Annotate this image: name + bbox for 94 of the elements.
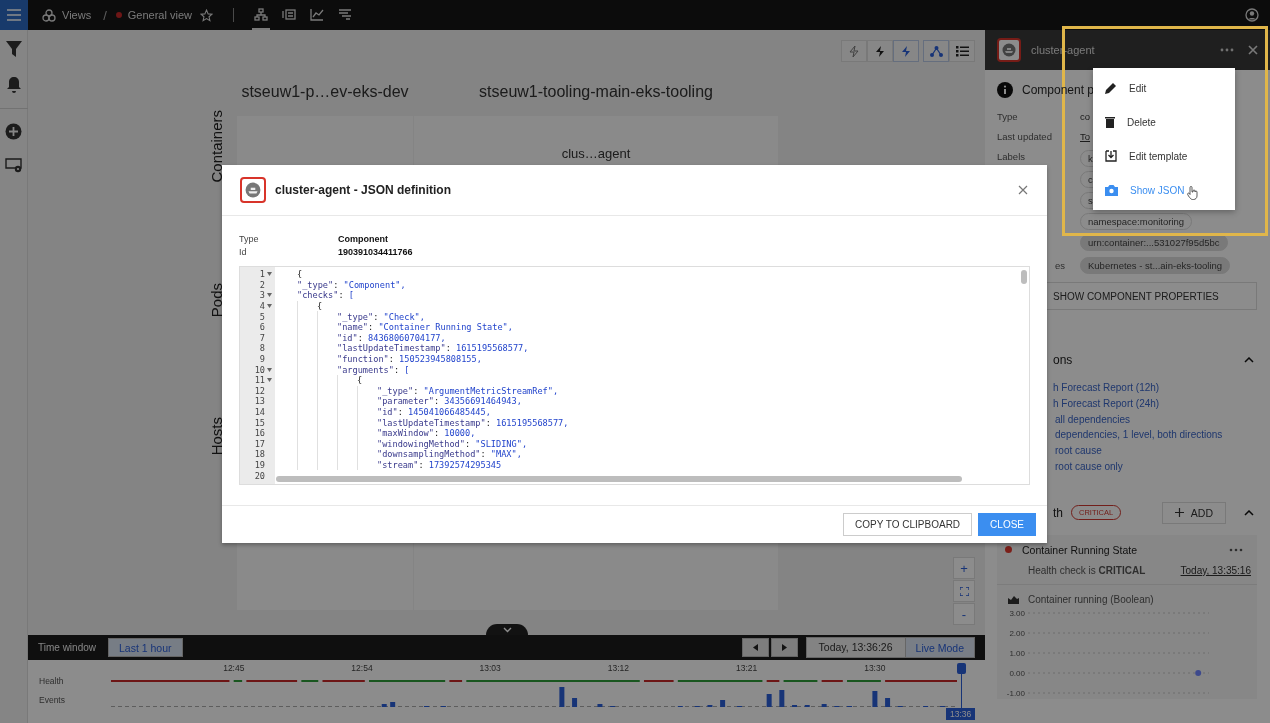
line-number: 9 [259, 354, 265, 365]
code-line: "maxWindow": 10000, [377, 428, 476, 439]
code-line: "function": 150523945808155, [337, 354, 482, 365]
line-number: 7 [259, 332, 265, 343]
code-line: "id": 84368060704177, [337, 332, 446, 343]
code-line: { [317, 301, 323, 312]
line-number: 17 [254, 438, 265, 449]
line-number: 14 [254, 407, 265, 417]
time-tick: 13:03 [479, 663, 501, 673]
layer-label: Pods [208, 282, 225, 317]
property-label: es [1054, 258, 1067, 273]
code-line: "name": "Container Running State", [337, 322, 513, 333]
line-number: 15 [254, 417, 265, 428]
code-line: "_type": "Component", [297, 279, 406, 290]
menu-item[interactable]: Edit [1093, 71, 1235, 105]
code-line: "id": 145041066485445, [377, 407, 491, 417]
live-mode-button[interactable]: Live Mode [904, 638, 974, 657]
section-title: th [1052, 505, 1063, 520]
menu-item[interactable]: Delete [1093, 105, 1235, 139]
section-title: ons [1052, 353, 1073, 367]
menu-item[interactable]: Show JSON [1093, 173, 1235, 207]
line-number: 11 [254, 375, 265, 386]
dialog-title: cluster-agent - JSON definition [275, 183, 451, 197]
layer-label: Hosts [208, 416, 225, 456]
code-line: { [357, 375, 363, 386]
property-label: Last updated [997, 130, 1053, 144]
row-label: Health [39, 676, 65, 686]
property-value: co [1080, 110, 1091, 124]
copy-button[interactable]: COPY TO CLIPBOARD [843, 513, 973, 536]
source-chip[interactable]: Kubernetes - st...ain-eks-tooling [1080, 257, 1231, 274]
column-title: stseuw1-tooling-main-eks-tooling [478, 82, 714, 102]
code-line: "lastUpdateTimestamp": 1615195568577, [377, 417, 569, 428]
line-number: 20 [254, 470, 265, 481]
time-tick: 13:12 [607, 663, 630, 673]
views-link[interactable]: Views [42, 8, 92, 22]
code-line: { [297, 269, 303, 280]
line-number: 12 [254, 385, 265, 396]
code-line: "downsamplingMethod": "MAX", [377, 449, 522, 460]
time-window-label: Time window [38, 642, 96, 653]
field-label: Id [239, 247, 248, 257]
field-value: Component [338, 234, 389, 244]
line-number: 2 [259, 279, 265, 290]
line-number: 18 [254, 449, 265, 460]
time-tick: 13:21 [735, 663, 758, 673]
time-tick: 13:30 [864, 663, 886, 673]
metric-name: Container running (Boolean) [1028, 593, 1154, 605]
column-title: stseuw1-p…ev-eks-dev [240, 82, 410, 102]
axis-label: 2.00 [1009, 628, 1025, 638]
code-line: "parameter": 34356691464943, [377, 396, 522, 407]
line-number: 8 [259, 343, 265, 354]
code-line: "_type": "ArgumentMetricStreamRef", [377, 385, 559, 396]
cursor-time: 13:36 [946, 708, 976, 720]
property-link[interactable]: To [1080, 130, 1091, 144]
property-label: Labels [997, 150, 1026, 164]
line-number: 10 [254, 364, 265, 375]
menu-item[interactable]: Edit template [1093, 139, 1235, 173]
line-number: 1 [259, 269, 265, 280]
line-number: 3 [259, 290, 265, 301]
zoom-in-button[interactable]: + [953, 557, 975, 579]
row-label: Events [39, 695, 66, 705]
node-label: clus…agent [561, 146, 631, 161]
field-label: Type [239, 234, 260, 244]
code-line: "_type": "Check", [337, 311, 425, 322]
check-time-link[interactable]: Today, 13:35:16 [1180, 564, 1251, 576]
axis-label: 3.00 [1009, 608, 1025, 618]
code-line: "windowingMethod": "SLIDING", [377, 438, 528, 449]
line-number: 16 [254, 428, 265, 439]
code-line: "arguments": [ [337, 364, 410, 375]
axis-label: 1.00 [1009, 648, 1025, 658]
line-number: 19 [254, 460, 265, 470]
close-button[interactable]: CLOSE [978, 513, 1036, 536]
time-tick: 12:45 [223, 663, 245, 673]
check-name: Container Running State [1022, 543, 1137, 556]
code-line: "checks": [ [297, 290, 354, 301]
axis-label: -1.00 [1006, 688, 1025, 698]
range-button[interactable]: Last 1 hour [108, 638, 183, 657]
line-number: 13 [254, 396, 265, 407]
axis-label: 0.00 [1009, 668, 1025, 678]
line-number: 5 [259, 311, 265, 322]
code-line: "lastUpdateTimestamp": 1615195568577, [337, 343, 529, 354]
add-button[interactable]: ADD [1161, 501, 1226, 524]
timestamp[interactable]: Today, 13:36:26 [806, 638, 905, 657]
property-label: Type [997, 110, 1019, 124]
code-line: "stream": 17392574295345 [377, 460, 502, 470]
label-chip[interactable]: namespace:monitoring [1080, 213, 1193, 230]
line-number: 4 [259, 301, 265, 312]
view-name[interactable]: General view [127, 9, 192, 21]
field-value: 190391034411766 [338, 247, 414, 257]
breadcrumb-separator: / [103, 7, 107, 23]
line-number: 6 [259, 322, 265, 333]
zoom-out-button[interactable]: - [953, 603, 975, 625]
layer-label: Containers [208, 110, 225, 183]
time-tick: 12:54 [351, 663, 373, 673]
check-status: Health check is CRITICAL [1028, 564, 1146, 576]
